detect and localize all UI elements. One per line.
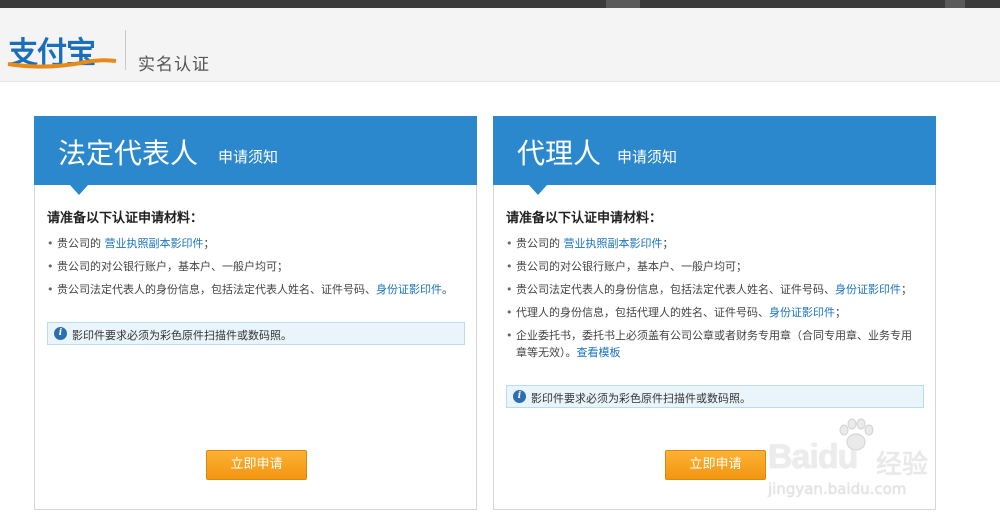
list-item: 代理人的身份信息，包括代理人的姓名、证件号码、身份证影印件；	[506, 304, 918, 321]
top-bar-segment	[945, 0, 965, 8]
panel-subtitle: 申请须知	[218, 148, 279, 166]
panel-header: 法定代表人 申请须知	[34, 116, 477, 195]
header-divider	[125, 30, 126, 70]
list-item: 贵公司的 营业执照副本影印件；	[506, 235, 918, 252]
logo-swoosh-icon	[7, 58, 117, 69]
requirements-heading: 请准备以下认证申请材料：	[47, 211, 204, 226]
list-item: 贵公司的对公银行账户，基本户、一般户均可；	[506, 258, 918, 275]
top-bar	[0, 0, 1000, 8]
agent-id-card-copy-link[interactable]: 身份证影印件	[769, 306, 835, 319]
business-license-link[interactable]: 营业执照副本影印件	[564, 237, 663, 250]
view-template-link[interactable]: 查看模板	[577, 346, 621, 359]
legal-representative-panel: 法定代表人 申请须知 请准备以下认证申请材料： 贵公司的 营业执照副本影印件； …	[34, 116, 477, 510]
watermark-url: jingyan.baidu.com	[768, 480, 907, 498]
list-item: 贵公司的 营业执照副本影印件；	[47, 235, 459, 252]
alipay-logo[interactable]: 支付宝	[6, 28, 118, 71]
apply-button[interactable]: 立即申请	[665, 450, 766, 480]
panel-header-arrow	[529, 185, 547, 195]
list-item: 企业委托书，委托书上必须盖有公司公章或者财务专用章（合同专用章、业务专用章等无效…	[506, 327, 918, 361]
page-title: 实名认证	[138, 55, 210, 75]
requirements-list: 贵公司的 营业执照副本影印件； 贵公司的对公银行账户，基本户、一般户均可； 贵公…	[47, 235, 459, 304]
notice-box: i 影印件要求必须为彩色原件扫描件或数码照。	[506, 385, 924, 408]
id-card-copy-link[interactable]: 身份证影印件	[835, 283, 901, 296]
info-icon: i	[54, 327, 67, 340]
panel-header: 代理人 申请须知	[493, 116, 936, 195]
list-item: 贵公司法定代表人的身份信息，包括法定代表人姓名、证件号码、身份证影印件。	[47, 281, 459, 298]
panel-subtitle: 申请须知	[617, 148, 678, 166]
panel-header-arrow	[70, 185, 88, 195]
page-header: 支付宝 实名认证	[0, 8, 1000, 82]
apply-button[interactable]: 立即申请	[206, 450, 307, 480]
panel-title: 代理人	[517, 137, 602, 170]
watermark-brand: Baidu	[768, 438, 858, 476]
notice-text: 影印件要求必须为彩色原件扫描件或数码照。	[72, 329, 292, 342]
top-bar-segment	[606, 0, 640, 8]
watermark-brand-cn: 经验	[876, 450, 929, 480]
list-item: 贵公司的对公银行账户，基本户、一般户均可；	[47, 258, 459, 275]
requirements-list: 贵公司的 营业执照副本影印件； 贵公司的对公银行账户，基本户、一般户均可； 贵公…	[506, 235, 918, 367]
info-icon: i	[513, 390, 526, 403]
notice-text: 影印件要求必须为彩色原件扫描件或数码照。	[531, 392, 751, 405]
requirements-heading: 请准备以下认证申请材料：	[506, 211, 663, 226]
business-license-link[interactable]: 营业执照副本影印件	[105, 237, 204, 250]
list-item: 贵公司法定代表人的身份信息，包括法定代表人姓名、证件号码、身份证影印件；	[506, 281, 918, 298]
notice-box: i 影印件要求必须为彩色原件扫描件或数码照。	[47, 322, 465, 345]
baidu-jingyan-watermark: Baidu 经验 jingyan.baidu.com	[768, 418, 948, 508]
panel-title: 法定代表人	[58, 137, 199, 170]
id-card-copy-link[interactable]: 身份证影印件	[376, 283, 442, 296]
